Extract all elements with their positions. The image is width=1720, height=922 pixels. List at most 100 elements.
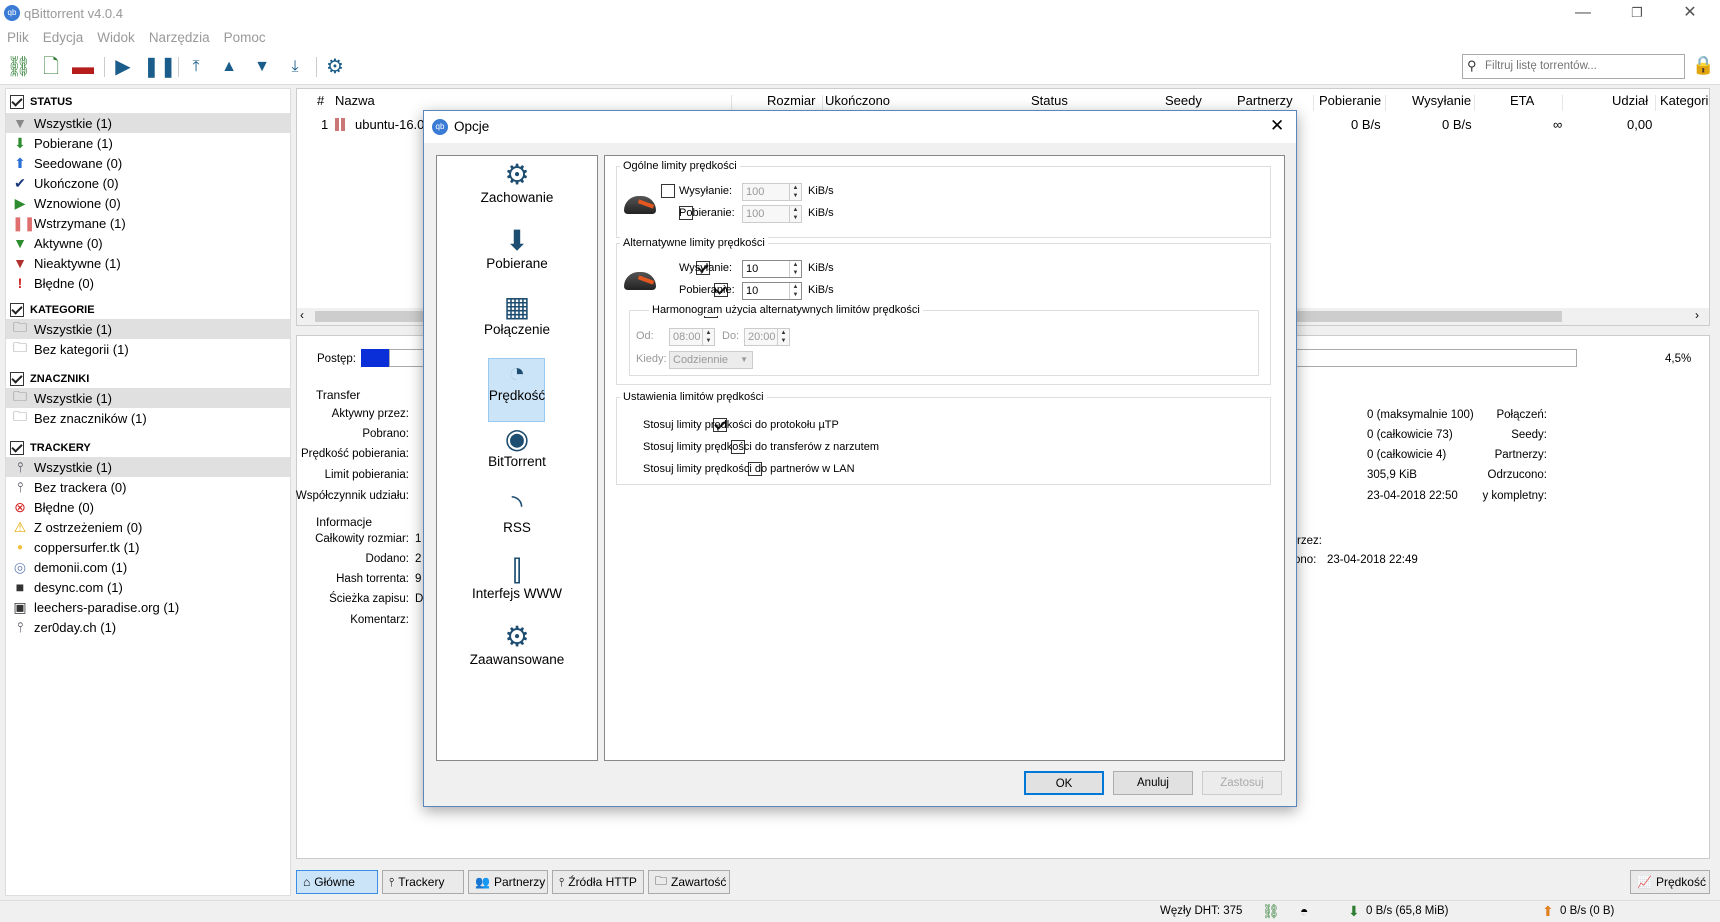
cancel-button[interactable]: Anuluj	[1113, 771, 1193, 795]
status-completed[interactable]: ✔ Ukończone (0)	[6, 173, 290, 193]
move-bottom-icon[interactable]: ⤓	[282, 54, 308, 80]
tracker-zer0day[interactable]: ⫯ zer0day.ch (1)	[6, 617, 290, 637]
category-downloads[interactable]: ⬇ Pobierane	[437, 226, 597, 290]
scroll-right-icon[interactable]: ›	[1695, 308, 1699, 322]
category-advanced[interactable]: ⚙ Zaawansowane	[437, 622, 597, 686]
section-checkbox[interactable]	[10, 303, 24, 317]
tab-content[interactable]: 🗀 Zawartość	[648, 870, 730, 894]
section-checkbox[interactable]	[10, 95, 24, 109]
alt-download-spinbox[interactable]: 10 ▲ ▼	[742, 282, 802, 300]
status-active[interactable]: ▼ Aktywne (0)	[6, 233, 290, 253]
spin-arrows-icon[interactable]: ▲ ▼	[789, 283, 801, 299]
menu-plik[interactable]: Plik	[0, 27, 36, 48]
add-torrent-file-icon[interactable]: 🗋	[38, 54, 64, 80]
restore-icon[interactable]: ❐	[1617, 2, 1657, 24]
hash-value: 9	[415, 573, 422, 585]
column-header-number[interactable]: #	[317, 93, 324, 113]
category-web-ui[interactable]: ⫿ Interfejs WWW	[437, 556, 597, 620]
category-connection[interactable]: ▦ Połączenie	[437, 292, 597, 356]
tracker-demonii[interactable]: ◎ demonii.com (1)	[6, 557, 290, 577]
add-torrent-link-icon[interactable]: ⛓	[6, 54, 32, 80]
menu-pomoc[interactable]: Pomoc	[217, 27, 273, 48]
schedule-to-time[interactable]: 20:00 ▲ ▼	[744, 328, 790, 346]
schedule-from-time[interactable]: 08:00 ▲ ▼	[669, 328, 715, 346]
tags-section-header[interactable]: ZNACZNIKI	[10, 372, 89, 386]
spin-arrows-icon[interactable]: ▲ ▼	[789, 206, 801, 222]
global-download-spinbox[interactable]: 100 ▲ ▼	[742, 205, 802, 223]
tag-untagged[interactable]: 🗀 Bez znaczników (1)	[6, 408, 290, 428]
lock-icon[interactable]: 🔒	[1692, 55, 1714, 79]
tracker-all[interactable]: ⫯ Wszystkie (1)	[6, 457, 290, 477]
bottom-tabs: ⌂ Główne ⫯ Trackery 👥 Partnerzy ⫯ Źródła HTT…	[296, 870, 1710, 896]
download-speed-status[interactable]: 0 B/s (65,8 MiB)	[1366, 905, 1448, 917]
trackers-section-header[interactable]: TRACKERY	[10, 441, 91, 455]
pause-icon[interactable]: ❚❚	[143, 54, 177, 80]
minimize-icon[interactable]: —	[1563, 2, 1603, 24]
download-tray-icon: ⬇	[505, 225, 529, 256]
spin-arrows-icon[interactable]: ▲ ▼	[702, 329, 714, 345]
close-dialog-icon[interactable]: ✕	[1270, 116, 1284, 136]
status-downloading[interactable]: ⬇ Pobierane (1)	[6, 133, 290, 153]
spin-arrows-icon[interactable]: ▲ ▼	[789, 261, 801, 277]
category-bittorrent[interactable]: ◉ BitTorrent	[437, 424, 597, 488]
schedule-when-select[interactable]: Codziennie ▼	[669, 351, 753, 369]
tab-trackers[interactable]: ⫯ Trackery	[382, 870, 464, 894]
options-gear-icon[interactable]: ⚙	[322, 54, 348, 80]
tab-general[interactable]: ⌂ Główne	[296, 870, 378, 894]
search-input[interactable]	[1485, 55, 1681, 77]
apply-button[interactable]: Zastosuj	[1202, 771, 1282, 795]
menu-edycja[interactable]: Edycja	[36, 27, 91, 48]
global-upload-spinbox[interactable]: 100 ▲ ▼	[742, 183, 802, 201]
upload-speed-status[interactable]: 0 B/s (0 B)	[1560, 905, 1614, 917]
move-top-icon[interactable]: ⤒	[183, 54, 209, 80]
tracker-trackerless[interactable]: ⫯ Bez trackera (0)	[6, 477, 290, 497]
column-header-eta[interactable]: ETA	[1510, 93, 1534, 113]
category-behavior[interactable]: ⚙ Zachowanie	[437, 160, 597, 224]
global-upload-checkbox[interactable]	[661, 184, 675, 198]
remove-torrent-icon[interactable]: ▬	[70, 54, 96, 80]
status-section-header[interactable]: STATUS	[10, 95, 72, 109]
tab-peers[interactable]: 👥 Partnerzy	[468, 870, 548, 894]
close-window-icon[interactable]: ✕	[1670, 2, 1710, 24]
tracker-error[interactable]: ⊗ Błędne (0)	[6, 497, 290, 517]
category-rss[interactable]: ◝ RSS	[437, 490, 597, 554]
column-header-name[interactable]: Nazwa	[335, 93, 375, 113]
section-checkbox[interactable]	[10, 372, 24, 386]
resume-icon[interactable]: ▶	[110, 54, 136, 80]
tracker-leechers-paradise[interactable]: ▣ leechers-paradise.org (1)	[6, 597, 290, 617]
tag-all[interactable]: 🗀 Wszystkie (1)	[6, 388, 290, 408]
category-speed[interactable]: ◔ Prędkość	[437, 358, 597, 422]
status-errored[interactable]: ! Błędne (0)	[6, 273, 290, 293]
column-header-download[interactable]: Pobieranie	[1319, 93, 1381, 113]
tab-http-sources[interactable]: ⫯ Źródła HTTP	[552, 870, 644, 894]
spin-arrows-icon[interactable]: ▲ ▼	[777, 329, 789, 345]
column-header-ratio[interactable]: Udział	[1612, 93, 1648, 113]
move-up-icon[interactable]: ▲	[216, 54, 242, 80]
spin-arrows-icon[interactable]: ▲ ▼	[789, 184, 801, 200]
column-header-category[interactable]: Kategori	[1660, 93, 1708, 113]
filter-search-box[interactable]: ⚲	[1462, 54, 1685, 79]
status-seeding[interactable]: ⬆ Seedowane (0)	[6, 153, 290, 173]
tracker-warning[interactable]: ⚠ Z ostrzeżeniem (0)	[6, 517, 290, 537]
menu-narzedzia[interactable]: Narzędzia	[142, 27, 217, 48]
category-uncategorized[interactable]: 🗀 Bez kategorii (1)	[6, 339, 290, 359]
column-separator	[1385, 95, 1386, 111]
connection-status-icon[interactable]: ⛓	[1262, 903, 1280, 920]
status-inactive[interactable]: ▼ Nieaktywne (1)	[6, 253, 290, 273]
section-checkbox[interactable]	[10, 441, 24, 455]
status-resumed[interactable]: ▶ Wznowione (0)	[6, 193, 290, 213]
status-all[interactable]: ▼ Wszystkie (1)	[6, 113, 290, 133]
speed-graph-button[interactable]: 📈 Prędkość	[1630, 870, 1710, 894]
speed-limits-icon[interactable]: ◓	[1300, 903, 1308, 919]
scroll-left-icon[interactable]: ‹	[300, 308, 304, 322]
categories-section-header[interactable]: KATEGORIE	[10, 303, 95, 317]
alt-upload-spinbox[interactable]: 10 ▲ ▼	[742, 260, 802, 278]
column-header-upload[interactable]: Wysyłanie	[1412, 93, 1471, 113]
tracker-desync[interactable]: ■ desync.com (1)	[6, 577, 290, 597]
menu-widok[interactable]: Widok	[90, 27, 142, 48]
category-all[interactable]: 🗀 Wszystkie (1)	[6, 319, 290, 339]
status-paused[interactable]: ❚❚ Wstrzymane (1)	[6, 213, 290, 233]
ok-button[interactable]: OK	[1024, 771, 1104, 795]
move-down-icon[interactable]: ▼	[249, 54, 275, 80]
tracker-coppersurfer[interactable]: ● coppersurfer.tk (1)	[6, 537, 290, 557]
